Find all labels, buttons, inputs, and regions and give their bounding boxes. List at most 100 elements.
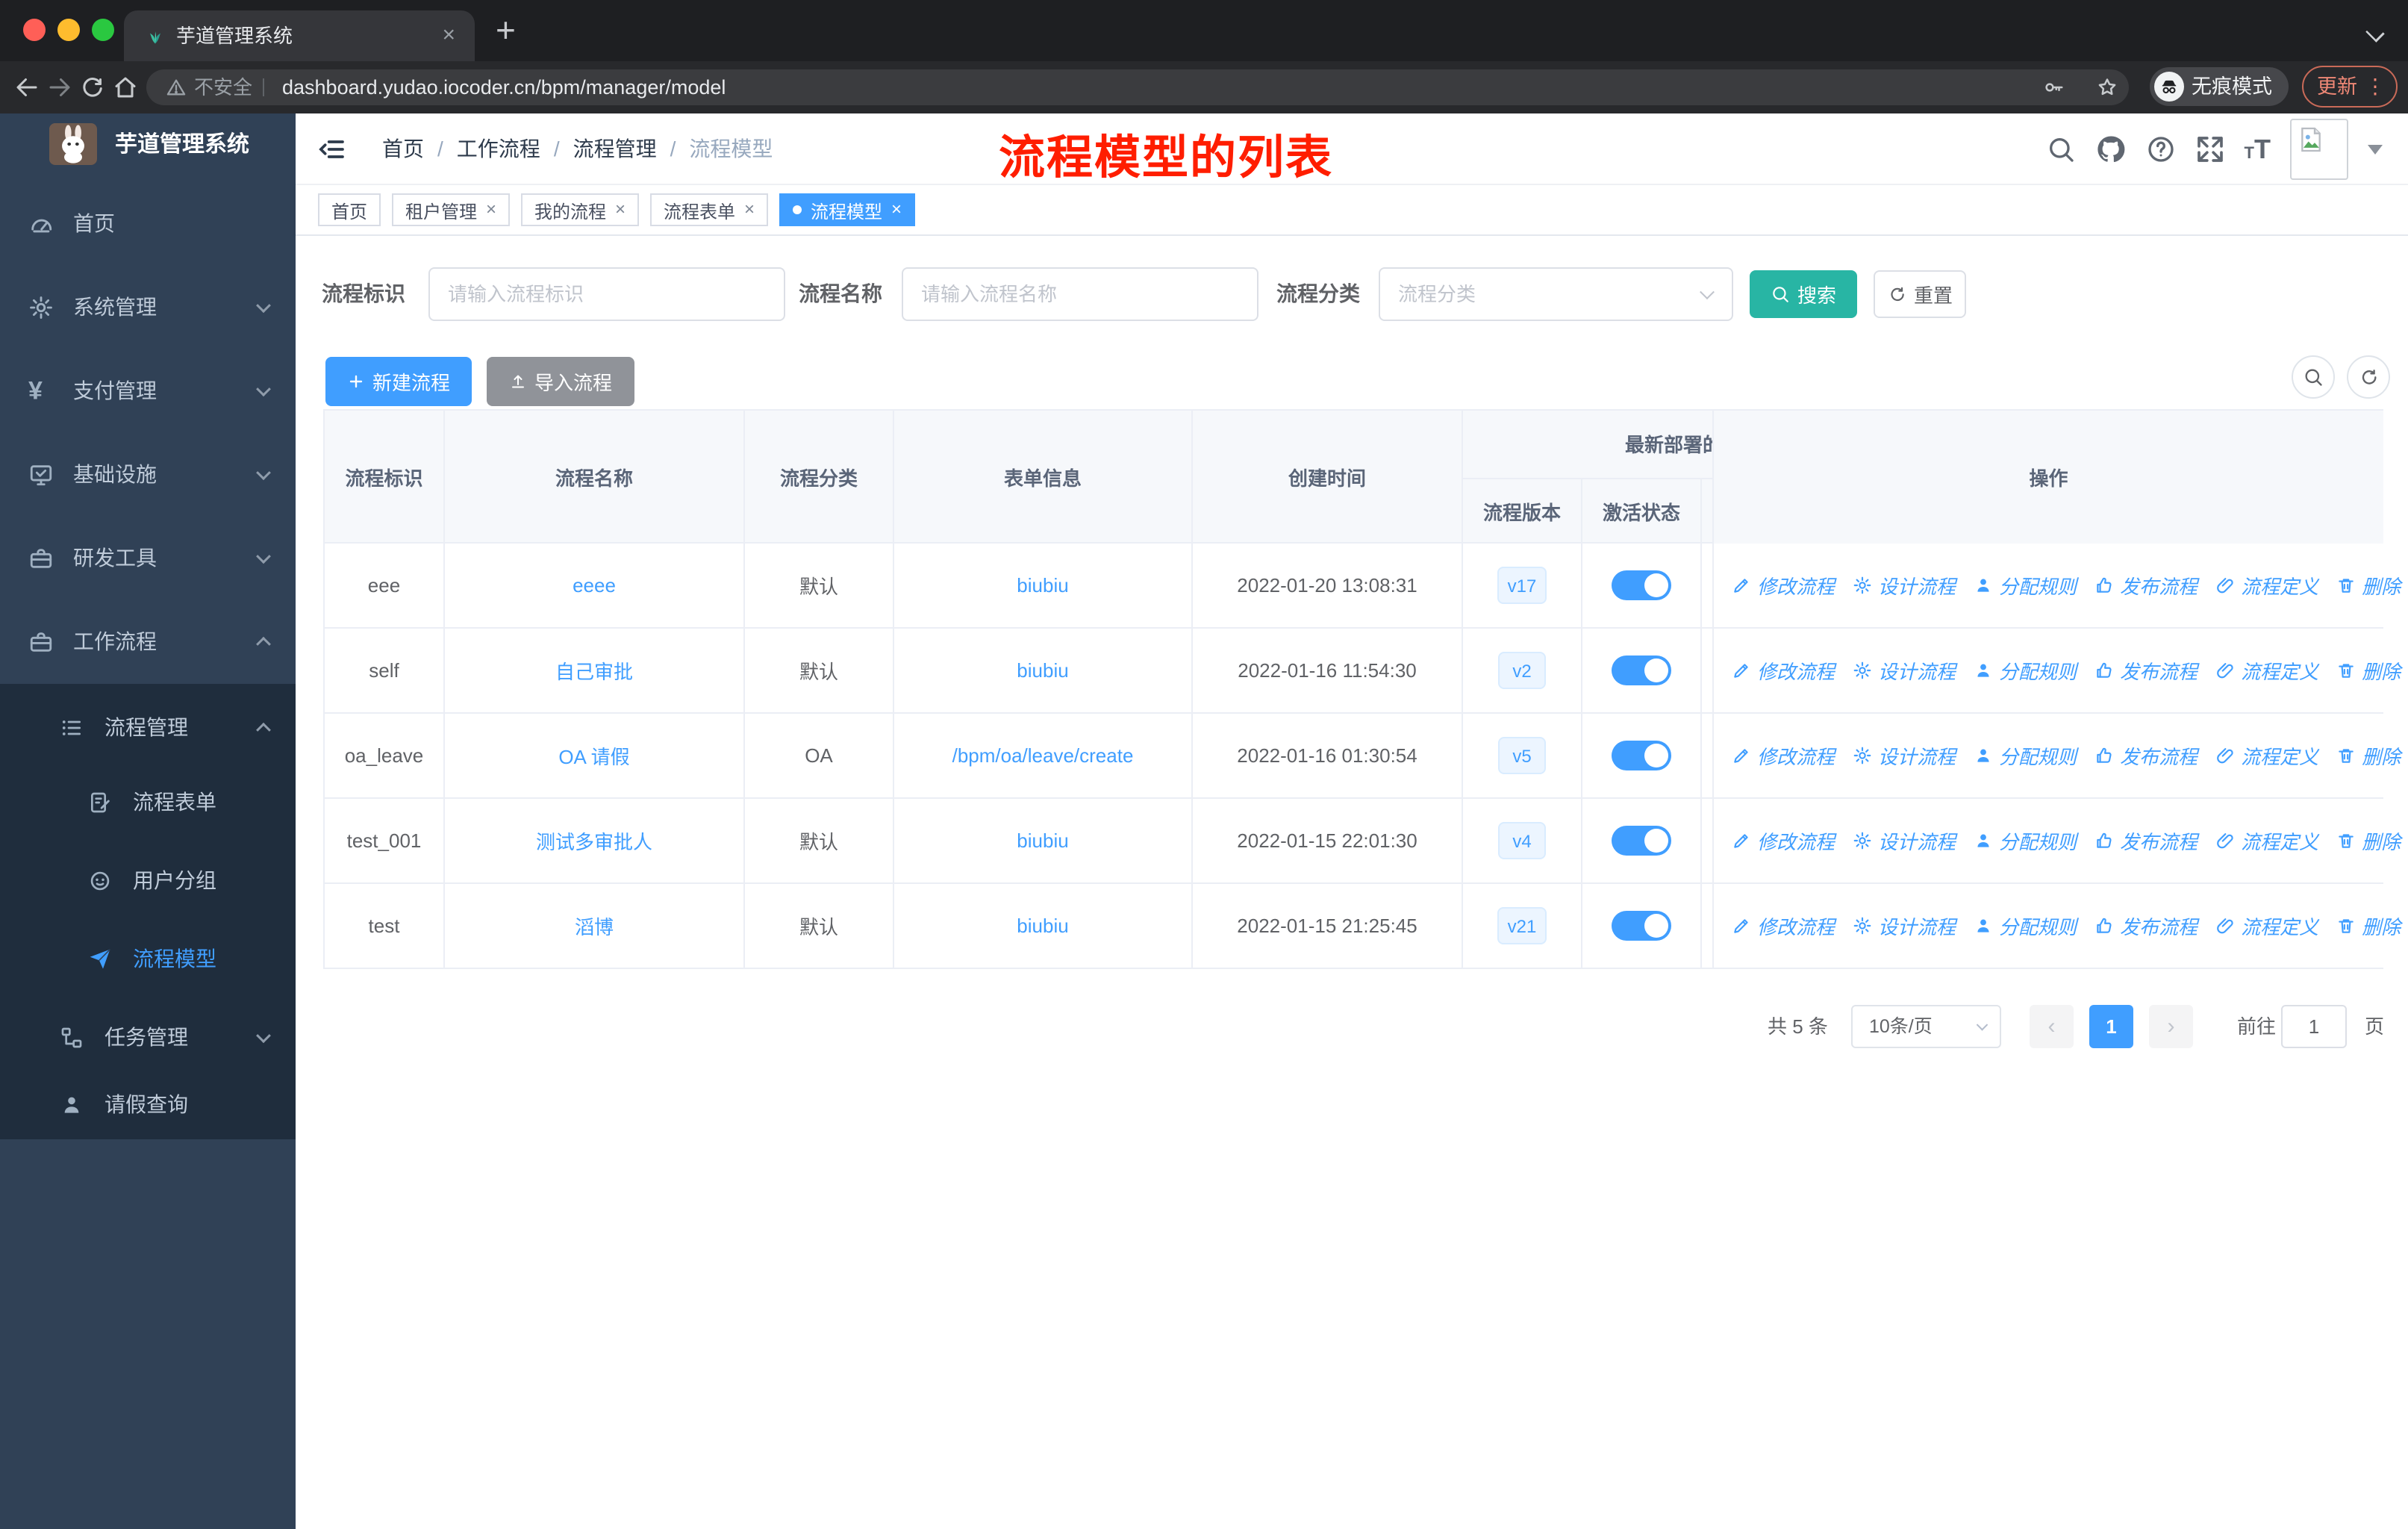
import-process-button[interactable]: 导入流程 [487,357,634,406]
version-badge[interactable]: v21 [1497,907,1547,944]
action-process-definition[interactable]: 流程定义 [2215,827,2318,855]
version-badge[interactable]: v4 [1498,822,1546,859]
cell-name-link[interactable]: OA 请假 [445,714,745,797]
bookmark-star-icon[interactable] [2096,76,2118,99]
process-name-input[interactable] [902,267,1258,321]
action-publish-process[interactable]: 发布流程 [2094,657,2198,685]
password-key-icon[interactable] [2042,76,2065,99]
action-assign-rule[interactable]: 分配规则 [1974,827,2077,855]
sidebar-item-process-model[interactable]: 流程模型 [0,922,296,997]
table-refresh-circle-button[interactable] [2347,355,2390,399]
active-toggle[interactable] [1612,741,1671,770]
action-delete[interactable]: 删除 [2336,912,2401,940]
cell-name-link[interactable]: 测试多审批人 [445,799,745,882]
process-id-input[interactable] [428,267,785,321]
process-category-select[interactable]: 流程分类 [1379,267,1733,321]
version-badge[interactable]: v17 [1497,567,1547,604]
action-design-process[interactable]: 设计流程 [1853,742,1956,770]
reload-icon[interactable] [79,74,106,101]
page-size-select[interactable]: 10条/页 [1851,1005,2001,1048]
action-delete[interactable]: 删除 [2336,742,2401,770]
action-design-process[interactable]: 设计流程 [1853,572,1956,600]
tag-home[interactable]: 首页 [318,193,381,226]
sidebar-item-leave-query[interactable]: 请假查询 [0,1068,296,1142]
action-assign-rule[interactable]: 分配规则 [1974,657,2077,685]
new-tab-button[interactable]: + [496,0,516,60]
browser-tab[interactable]: 芋道管理系统 × [124,10,475,61]
sidebar-collapse-icon[interactable] [316,134,346,164]
action-delete[interactable]: 删除 [2336,827,2401,855]
avatar-caret-down-icon[interactable] [2368,144,2383,155]
avatar[interactable] [2290,119,2348,180]
url-text[interactable]: dashboard.yudao.iocoder.cn/bpm/manager/m… [282,69,726,105]
action-design-process[interactable]: 设计流程 [1853,657,1956,685]
back-icon[interactable] [13,74,40,101]
breadcrumb-process-management[interactable]: 流程管理 [573,137,657,161]
forward-icon[interactable] [46,74,73,101]
active-toggle[interactable] [1612,826,1671,856]
tag-close-icon[interactable]: × [615,199,626,220]
table-search-circle-button[interactable] [2292,355,2335,399]
traffic-light-minimize[interactable] [57,19,80,41]
version-badge[interactable]: v2 [1498,652,1546,689]
pagination-prev-button[interactable]: ‹ [2030,1005,2074,1048]
address-bar[interactable]: 不安全 dashboard.yudao.iocoder.cn/bpm/manag… [146,69,2129,105]
action-process-definition[interactable]: 流程定义 [2215,742,2318,770]
breadcrumb-workflow[interactable]: 工作流程 [457,137,540,161]
create-process-button[interactable]: 新建流程 [325,357,472,406]
version-badge[interactable]: v5 [1498,737,1546,774]
sidebar-item-system[interactable]: 系统管理 [0,266,296,349]
sidebar-item-process-management[interactable]: 流程管理 [0,691,296,765]
cell-form-link[interactable]: /bpm/oa/leave/create [894,714,1193,797]
cell-name-link[interactable]: eeee [445,544,745,627]
action-publish-process[interactable]: 发布流程 [2094,912,2198,940]
tag-close-icon[interactable]: × [891,199,902,220]
action-publish-process[interactable]: 发布流程 [2094,827,2198,855]
action-publish-process[interactable]: 发布流程 [2094,572,2198,600]
action-edit-process[interactable]: 修改流程 [1732,827,1835,855]
traffic-light-zoom[interactable] [92,19,114,41]
sidebar-item-dev-tools[interactable]: 研发工具 [0,517,296,600]
action-assign-rule[interactable]: 分配规则 [1974,742,2077,770]
cell-form-link[interactable]: biubiu [894,544,1193,627]
action-assign-rule[interactable]: 分配规则 [1974,912,2077,940]
sidebar-item-infrastructure[interactable]: 基础设施 [0,433,296,517]
search-button[interactable]: 搜索 [1750,270,1857,318]
tag-process-form[interactable]: 流程表单 × [650,193,769,226]
browser-menu-dots-icon[interactable]: ⋮ [2365,67,2386,106]
sidebar-item-process-form[interactable]: 流程表单 [0,765,296,840]
fullscreen-icon[interactable] [2195,134,2225,164]
action-design-process[interactable]: 设计流程 [1853,912,1956,940]
action-delete[interactable]: 删除 [2336,572,2401,600]
action-publish-process[interactable]: 发布流程 [2094,742,2198,770]
cell-form-link[interactable]: biubiu [894,884,1193,968]
traffic-light-close[interactable] [23,19,46,41]
action-edit-process[interactable]: 修改流程 [1732,912,1835,940]
help-icon[interactable] [2146,134,2176,164]
tag-process-model[interactable]: 流程模型 × [779,193,916,226]
home-icon[interactable] [112,74,139,101]
tag-my-process[interactable]: 我的流程 × [521,193,640,226]
tab-overflow-chevron-icon[interactable] [2365,23,2385,43]
breadcrumb-home[interactable]: 首页 [382,137,424,161]
pagination-goto-input[interactable] [2281,1005,2347,1048]
tab-close-icon[interactable]: × [442,10,455,60]
action-design-process[interactable]: 设计流程 [1853,827,1956,855]
pagination-next-button[interactable]: › [2149,1005,2193,1048]
active-toggle[interactable] [1612,911,1671,941]
browser-update-button[interactable]: 更新 ⋮ [2302,66,2398,108]
action-process-definition[interactable]: 流程定义 [2215,572,2318,600]
action-process-definition[interactable]: 流程定义 [2215,912,2318,940]
update-label[interactable]: 更新 [2317,67,2357,106]
active-toggle[interactable] [1612,655,1671,685]
cell-name-link[interactable]: 自己审批 [445,629,745,712]
cell-name-link[interactable]: 滔博 [445,884,745,968]
action-edit-process[interactable]: 修改流程 [1732,572,1835,600]
action-delete[interactable]: 删除 [2336,657,2401,685]
font-size-icon[interactable]: TT [2245,136,2271,163]
cell-form-link[interactable]: biubiu [894,799,1193,882]
github-icon[interactable] [2095,134,2127,165]
sidebar-item-user-group[interactable]: 用户分组 [0,844,296,918]
reset-button[interactable]: 重置 [1874,270,1966,318]
tag-close-icon[interactable]: × [744,199,755,220]
